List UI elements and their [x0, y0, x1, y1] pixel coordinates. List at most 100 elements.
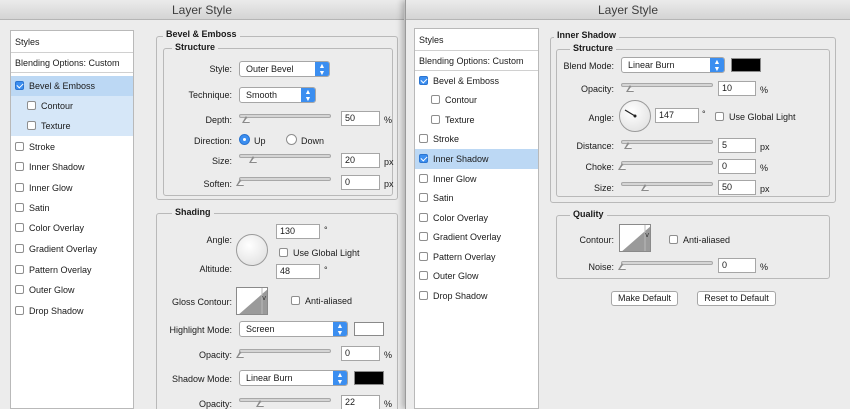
angle-dial[interactable] [236, 234, 268, 266]
checkbox-icon[interactable] [419, 76, 428, 85]
slider-thumb-icon[interactable] [624, 142, 633, 150]
altitude-field[interactable]: 48 [276, 264, 320, 279]
checkbox-icon[interactable] [15, 142, 24, 151]
blend-mode-select[interactable]: Linear Burn ▲ ▼ [621, 57, 725, 73]
slider-thumb-icon[interactable] [242, 116, 251, 124]
contour-preview[interactable]: v [619, 224, 651, 252]
style-item-stroke[interactable]: Stroke [11, 137, 133, 157]
direction-down-radio[interactable] [286, 134, 297, 145]
angle-field[interactable]: 147 [655, 108, 699, 123]
checkbox-icon[interactable] [419, 252, 428, 261]
size-field[interactable]: 20 [341, 153, 380, 168]
style-item-inner-shadow[interactable]: Inner Shadow [11, 157, 133, 177]
gloss-contour-preview[interactable]: v [236, 287, 268, 315]
distance-field[interactable]: 5 [718, 138, 756, 153]
checkbox-icon[interactable] [15, 162, 24, 171]
checkbox-icon[interactable] [15, 285, 24, 294]
slider-thumb-icon[interactable] [236, 351, 245, 359]
soften-slider[interactable] [239, 177, 331, 181]
make-default-button[interactable]: Make Default [611, 291, 678, 306]
anti-aliased-checkbox[interactable]: Anti-aliased [291, 296, 352, 306]
shadow-opacity-field[interactable]: 22 [341, 395, 380, 409]
blending-options[interactable]: Blending Options: Custom [11, 53, 133, 73]
shadow-mode-select[interactable]: Linear Burn ▲ ▼ [239, 370, 348, 386]
checkbox-icon[interactable] [669, 235, 678, 244]
technique-select[interactable]: Smooth ▲ ▼ [239, 87, 316, 103]
style-item-texture[interactable]: Texture [415, 110, 538, 130]
checkbox-icon[interactable] [419, 193, 428, 202]
style-select[interactable]: Outer Bevel ▲ ▼ [239, 61, 330, 77]
style-item-satin[interactable]: Satin [11, 198, 133, 218]
style-item-gradient-overlay[interactable]: Gradient Overlay [415, 227, 538, 247]
checkbox-icon[interactable] [15, 81, 24, 90]
checkbox-icon[interactable] [419, 134, 428, 143]
depth-slider[interactable] [239, 114, 331, 118]
shadow-color-swatch[interactable] [731, 58, 761, 72]
global-light-checkbox[interactable]: Use Global Light [279, 248, 360, 258]
opacity-field[interactable]: 10 [718, 81, 756, 96]
style-item-stroke[interactable]: Stroke [415, 129, 538, 149]
depth-field[interactable]: 50 [341, 111, 380, 126]
style-item-gradient-overlay[interactable]: Gradient Overlay [11, 239, 133, 259]
size-field[interactable]: 50 [718, 180, 756, 195]
checkbox-icon[interactable] [419, 291, 428, 300]
checkbox-icon[interactable] [15, 223, 24, 232]
style-item-pattern-overlay[interactable]: Pattern Overlay [11, 260, 133, 280]
checkbox-icon[interactable] [419, 213, 428, 222]
style-item-inner-glow[interactable]: Inner Glow [415, 169, 538, 189]
checkbox-icon[interactable] [15, 306, 24, 315]
style-item-bevel-emboss[interactable]: Bevel & Emboss [11, 76, 133, 96]
checkbox-icon[interactable] [431, 95, 440, 104]
slider-thumb-icon[interactable] [626, 85, 635, 93]
slider-thumb-icon[interactable] [249, 156, 258, 164]
checkbox-icon[interactable] [431, 115, 440, 124]
style-item-contour[interactable]: Contour [415, 90, 538, 110]
highlight-color-swatch[interactable] [354, 322, 384, 336]
highlight-opacity-slider[interactable] [239, 349, 331, 353]
checkbox-icon[interactable] [15, 265, 24, 274]
reset-to-default-button[interactable]: Reset to Default [697, 291, 776, 306]
checkbox-icon[interactable] [279, 248, 288, 257]
checkbox-icon[interactable] [27, 121, 36, 130]
checkbox-icon[interactable] [15, 203, 24, 212]
styles-header[interactable]: Styles [11, 31, 133, 53]
soften-field[interactable]: 0 [341, 175, 380, 190]
global-light-checkbox[interactable]: Use Global Light [715, 112, 796, 122]
size-slider[interactable] [621, 182, 713, 186]
style-item-outer-glow[interactable]: Outer Glow [11, 280, 133, 300]
checkbox-icon[interactable] [419, 232, 428, 241]
anti-aliased-checkbox[interactable]: Anti-aliased [669, 235, 730, 245]
style-item-bevel-emboss[interactable]: Bevel & Emboss [415, 71, 538, 91]
noise-slider[interactable] [621, 261, 713, 265]
choke-slider[interactable] [621, 161, 713, 165]
noise-field[interactable]: 0 [718, 258, 756, 273]
checkbox-icon[interactable] [419, 271, 428, 280]
distance-slider[interactable] [621, 140, 713, 144]
styles-header[interactable]: Styles [415, 29, 538, 51]
checkbox-icon[interactable] [15, 244, 24, 253]
style-item-color-overlay[interactable]: Color Overlay [11, 218, 133, 238]
angle-field[interactable]: 130 [276, 224, 320, 239]
style-item-inner-shadow[interactable]: Inner Shadow [415, 149, 538, 169]
slider-thumb-icon[interactable] [256, 400, 265, 408]
checkbox-icon[interactable] [291, 296, 300, 305]
checkbox-icon[interactable] [15, 183, 24, 192]
style-item-inner-glow[interactable]: Inner Glow [11, 178, 133, 198]
style-item-texture[interactable]: Texture [11, 116, 133, 136]
style-item-drop-shadow[interactable]: Drop Shadow [415, 286, 538, 306]
style-item-satin[interactable]: Satin [415, 188, 538, 208]
highlight-opacity-field[interactable]: 0 [341, 346, 380, 361]
direction-up-radio[interactable] [239, 134, 250, 145]
choke-field[interactable]: 0 [718, 159, 756, 174]
style-item-outer-glow[interactable]: Outer Glow [415, 266, 538, 286]
angle-dial[interactable] [619, 100, 651, 132]
slider-thumb-icon[interactable] [236, 179, 245, 187]
slider-thumb-icon[interactable] [641, 184, 650, 192]
slider-thumb-icon[interactable] [618, 163, 627, 171]
checkbox-icon[interactable] [419, 154, 428, 163]
blending-options[interactable]: Blending Options: Custom [415, 51, 538, 71]
shadow-color-swatch[interactable] [354, 371, 384, 385]
style-item-color-overlay[interactable]: Color Overlay [415, 208, 538, 228]
checkbox-icon[interactable] [715, 112, 724, 121]
shadow-opacity-slider[interactable] [239, 398, 331, 402]
